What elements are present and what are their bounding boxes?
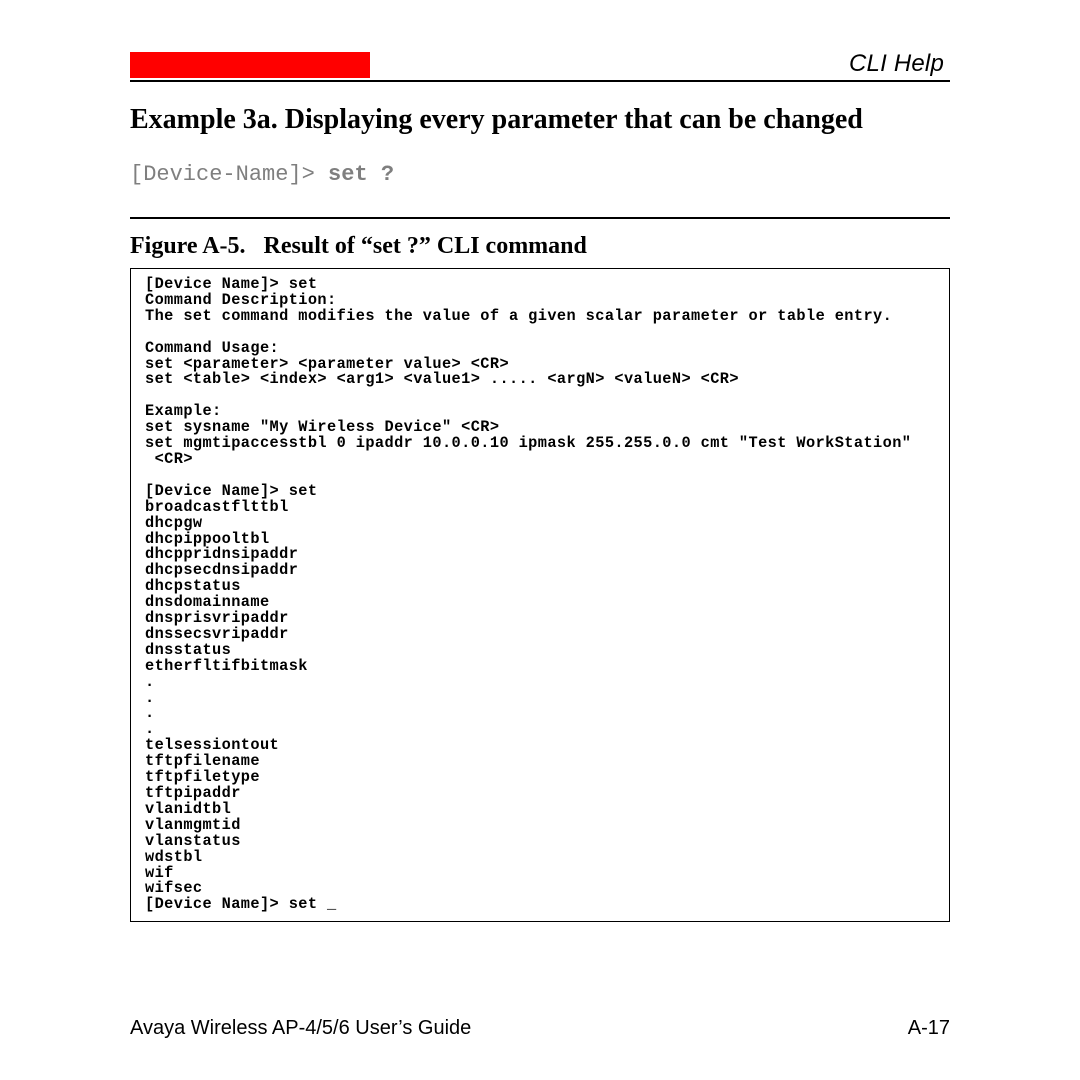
cli-prompt-line: [Device-Name]> set ? (130, 162, 950, 187)
terminal-output: [Device Name]> set Command Description: … (130, 268, 950, 922)
footer-left: Avaya Wireless AP-4/5/6 User’s Guide (130, 1017, 471, 1040)
cli-command: set ? (328, 162, 394, 187)
figure-label: Figure A-5. (130, 233, 246, 259)
cli-prompt: [Device-Name]> (130, 162, 328, 187)
figure-heading: Figure A-5. Result of “set ?” CLI command (130, 233, 950, 260)
page-header: CLI Help (130, 50, 950, 82)
footer-right: A-17 (908, 1017, 950, 1040)
section-title: CLI Help (849, 50, 944, 78)
page: CLI Help Example 3a. Displaying every pa… (0, 0, 1080, 1080)
figure-title: Result of “set ?” CLI command (264, 233, 587, 259)
red-accent-block (130, 52, 370, 78)
horizontal-rule (130, 217, 950, 219)
example-heading: Example 3a. Displaying every parameter t… (130, 104, 950, 136)
page-footer: Avaya Wireless AP-4/5/6 User’s Guide A-1… (130, 1017, 950, 1040)
